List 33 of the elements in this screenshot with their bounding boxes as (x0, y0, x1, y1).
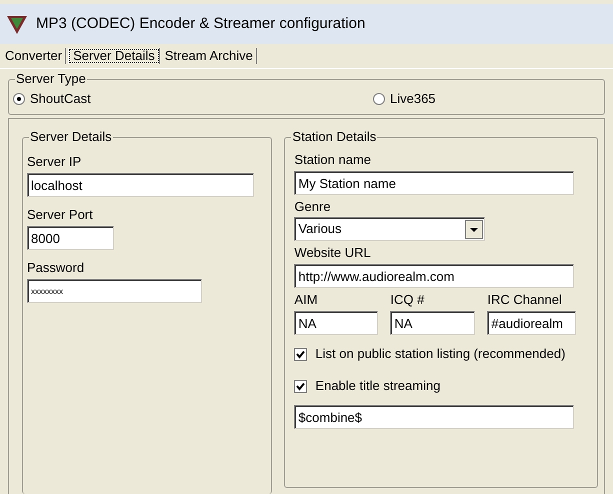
radio-label: Live365 (390, 91, 436, 107)
field-label: Server IP (27, 154, 82, 170)
field-label: Website URL (294, 245, 372, 261)
window-title: MP3 (CODEC) Encoder & Streamer configuration (36, 14, 366, 34)
contact-field[interactable]: NA (390, 311, 476, 335)
field-label: ICQ # (390, 292, 426, 308)
contact-field[interactable]: #audiorealm (487, 311, 576, 335)
checkbox[interactable] (294, 348, 308, 360)
field-label: Password (27, 260, 86, 276)
tab[interactable]: Stream Archive (162, 48, 257, 64)
title-format-field[interactable]: $combine$ (294, 405, 574, 429)
genre-dropdown[interactable]: Various (294, 217, 486, 241)
group-label: Server Type (15, 71, 87, 87)
field-label: AIM (294, 292, 319, 308)
station-name-field[interactable]: My Station name (294, 171, 574, 195)
radio-button[interactable] (373, 93, 385, 105)
checkbox-label: List on public station listing (recommended) (315, 346, 566, 362)
checkbox[interactable] (294, 380, 308, 392)
server-port-field[interactable]: 8000 (27, 226, 114, 250)
field-label: Genre (294, 199, 332, 215)
radio-label: ShoutCast (30, 91, 91, 107)
field-label: Server Port (27, 207, 94, 223)
website-url-field[interactable]: http://www.audiorealm.com (294, 264, 574, 288)
radio-button[interactable] (13, 93, 25, 105)
server-ip-field[interactable]: localhost (27, 173, 254, 197)
field-label: IRC Channel (487, 292, 563, 308)
password-field[interactable]: xxxxxxxx (27, 279, 202, 303)
tab[interactable]: Server Details (68, 48, 160, 64)
tab[interactable]: Converter (2, 48, 66, 64)
contact-field[interactable]: NA (294, 311, 378, 335)
checkbox-label: Enable title streaming (315, 378, 440, 394)
field-label: Station name (294, 152, 372, 168)
app-logo-icon (6, 13, 28, 35)
